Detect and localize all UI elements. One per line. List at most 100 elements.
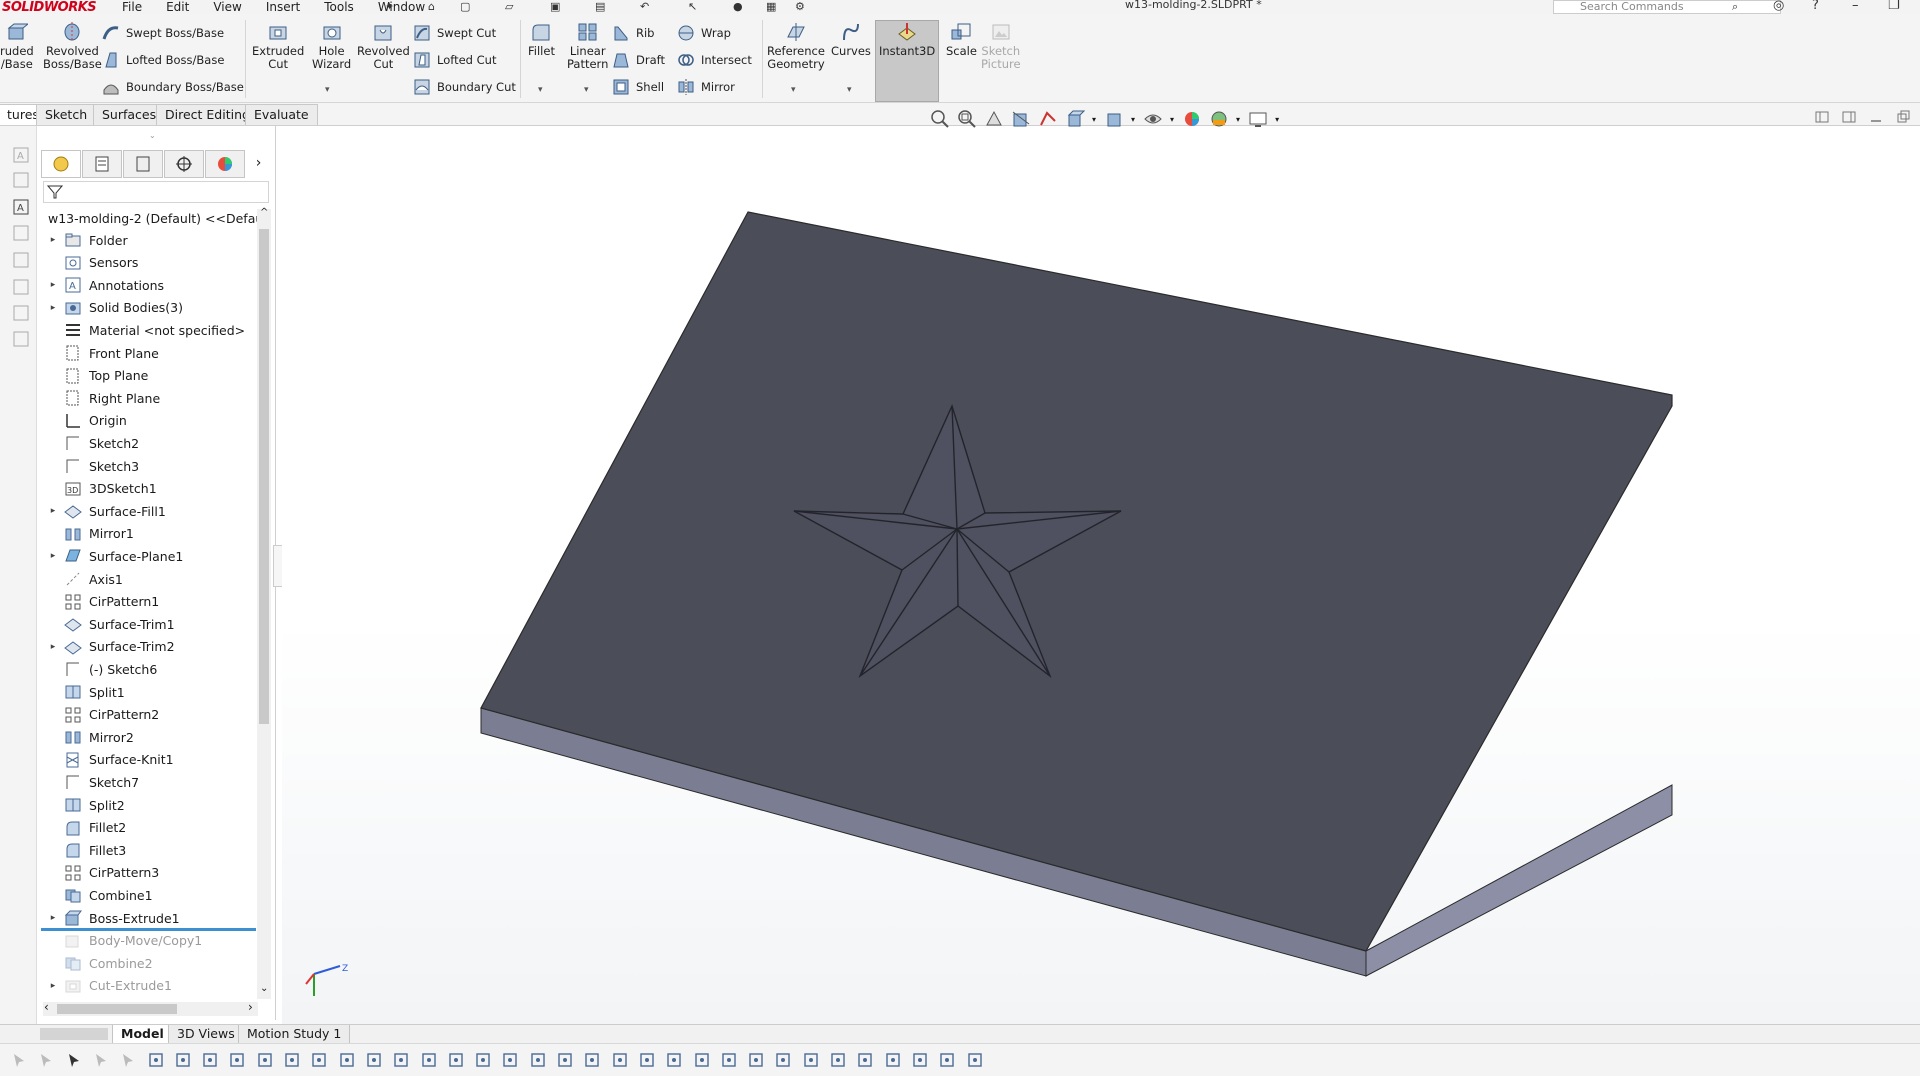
expand-arrow-icon[interactable]: ▸ <box>46 303 60 313</box>
tree-item[interactable]: CirPattern2 <box>37 704 257 726</box>
tree-item[interactable]: ▸ A Annotations <box>37 274 257 296</box>
shell-button[interactable]: Shell <box>612 78 664 96</box>
tabs-more-icon[interactable]: › <box>246 150 271 176</box>
undo-icon[interactable]: ↶ <box>640 0 649 13</box>
menu-insert[interactable]: Insert <box>266 0 300 14</box>
table-icon[interactable] <box>556 1051 574 1069</box>
dynamic-annotation-icon[interactable] <box>1038 109 1058 129</box>
hide-show-dropdown-icon[interactable]: ▾ <box>1170 115 1174 124</box>
view-settings-icon[interactable] <box>1248 109 1268 129</box>
linear-pattern-dropdown-icon[interactable]: ▾ <box>584 84 589 97</box>
boundary-cut-button[interactable]: Boundary Cut <box>413 78 516 96</box>
scrollbar-thumb[interactable] <box>259 229 269 724</box>
feature-tree-root[interactable]: w13-molding-2 (Default) <<Defaul <box>43 208 263 228</box>
mirror-tool-icon[interactable] <box>693 1051 711 1069</box>
tree-item[interactable]: Fillet2 <box>37 817 257 839</box>
tree-item[interactable]: Combine2 <box>37 952 257 974</box>
tab-sketch[interactable]: Sketch <box>36 104 97 125</box>
point-icon[interactable] <box>147 1051 165 1069</box>
origin-tool-icon[interactable] <box>447 1051 465 1069</box>
new-document-icon[interactable]: ▢ <box>460 0 470 13</box>
hide-show-items-icon[interactable] <box>1143 109 1163 129</box>
axis-tool-icon[interactable] <box>392 1051 410 1069</box>
dimension-icon[interactable] <box>420 1051 438 1069</box>
scroll-left-icon[interactable]: ‹ <box>44 1000 49 1014</box>
tree-item[interactable]: Right Plane <box>37 387 257 409</box>
hole-wizard-button[interactable]: Hole Wizard ▾ <box>312 22 351 95</box>
extruded-boss-button[interactable]: ruded /Base <box>0 22 34 71</box>
section-view-icon[interactable] <box>1011 109 1031 129</box>
apply-scene-dropdown-icon[interactable]: ▾ <box>1236 115 1240 124</box>
tree-item[interactable]: Top Plane <box>37 365 257 387</box>
lofted-cut-button[interactable]: Lofted Cut <box>413 51 496 69</box>
tree-item[interactable]: Fillet3 <box>37 839 257 861</box>
menu-file[interactable]: File <box>122 0 142 14</box>
tab-surfaces[interactable]: Surfaces <box>93 104 166 125</box>
rectangle-icon[interactable] <box>201 1051 219 1069</box>
display-style-dropdown-icon[interactable]: ▾ <box>1131 115 1135 124</box>
options-icon[interactable]: ⚙ <box>795 0 805 13</box>
tree-item[interactable]: Sketch3 <box>37 455 257 477</box>
intersect-button[interactable]: Intersect <box>677 51 752 69</box>
pattern-icon[interactable] <box>747 1051 765 1069</box>
box-select-icon[interactable] <box>474 1051 492 1069</box>
tree-item[interactable]: ▸ Folder <box>37 229 257 251</box>
reference-geometry-dropdown-icon[interactable]: ▾ <box>791 84 796 97</box>
rib-button[interactable]: Rib <box>612 24 655 42</box>
arc-icon[interactable] <box>283 1051 301 1069</box>
tab-display-manager[interactable] <box>205 150 246 178</box>
feature-tree-vertical-scrollbar[interactable]: ^ ⌄ <box>257 207 271 999</box>
scroll-right-icon[interactable]: › <box>248 1000 253 1014</box>
graphics-area[interactable]: Z <box>282 126 1920 1024</box>
geometric-tolerance-strip-icon[interactable] <box>12 330 30 348</box>
view-settings-dropdown-icon[interactable]: ▾ <box>1275 115 1279 124</box>
viewport-minimize-icon[interactable] <box>1869 110 1883 124</box>
tree-item[interactable]: Surface-Knit1 <box>37 749 257 771</box>
smart-select-icon[interactable] <box>10 1051 28 1069</box>
pin-icon[interactable]: ✦ <box>385 0 394 13</box>
user-icon[interactable]: ◎ <box>1773 0 1784 13</box>
hole-wizard-dropdown-icon[interactable]: ▾ <box>325 84 330 97</box>
tree-item[interactable]: ▸ Surface-Plane1 <box>37 545 257 567</box>
print-icon[interactable]: ▤ <box>595 0 605 13</box>
tree-item[interactable]: CirPattern3 <box>37 862 257 884</box>
fix-icon[interactable] <box>802 1051 820 1069</box>
exit-sketch-icon[interactable] <box>938 1051 956 1069</box>
tree-item[interactable]: ▸ Boss-Extrude1 <box>37 907 257 929</box>
draft-button[interactable]: Draft <box>612 51 665 69</box>
weld-strip-icon[interactable] <box>12 251 30 269</box>
tree-item[interactable]: Split1 <box>37 681 257 703</box>
lofted-boss-button[interactable]: Lofted Boss/Base <box>102 51 224 69</box>
circle-icon[interactable] <box>228 1051 246 1069</box>
extruded-cut-button[interactable]: Extruded Cut <box>252 22 304 71</box>
tree-item[interactable]: Body-Move/Copy1 <box>37 930 257 952</box>
tree-item[interactable]: Sensors <box>37 252 257 274</box>
reference-geometry-button[interactable]: Reference Geometry ▾ <box>767 22 825 95</box>
convert-entities-icon[interactable] <box>720 1051 738 1069</box>
tab-dimxpert-manager[interactable] <box>164 150 205 178</box>
help-icon[interactable]: ? <box>1812 0 1819 13</box>
view-orientation-icon[interactable] <box>1065 109 1085 129</box>
snap-icon[interactable] <box>856 1051 874 1069</box>
expand-arrow-icon[interactable]: ▸ <box>46 913 60 923</box>
spline-icon[interactable] <box>611 1051 629 1069</box>
menu-view[interactable]: View <box>213 0 241 14</box>
scale-button[interactable]: Scale <box>946 22 977 58</box>
tree-item[interactable]: ▸ Solid Bodies(3) <box>37 297 257 319</box>
tree-item[interactable]: Sketch2 <box>37 432 257 454</box>
search-icon[interactable]: ⌕ <box>1732 0 1738 14</box>
file-properties-icon[interactable]: ▦ <box>766 0 776 13</box>
expand-arrow-icon[interactable]: ▸ <box>46 235 60 245</box>
swept-cut-button[interactable]: Swept Cut <box>413 24 496 42</box>
sketch-chamfer-icon[interactable] <box>911 1051 929 1069</box>
tree-item[interactable]: Axis1 <box>37 568 257 590</box>
tab-motion-study-1[interactable]: Motion Study 1 <box>238 1025 351 1044</box>
corner-icon[interactable] <box>365 1051 383 1069</box>
sketch-fillet-icon[interactable] <box>884 1051 902 1069</box>
point-small-icon[interactable] <box>338 1051 356 1069</box>
balloon-strip-icon[interactable] <box>12 224 30 242</box>
relation-icon[interactable] <box>501 1051 519 1069</box>
view-orientation-dropdown-icon[interactable]: ▾ <box>1092 115 1096 124</box>
panel-grip-icon[interactable]: ⌄ <box>149 131 156 140</box>
viewport-collapse-left-icon[interactable] <box>1815 110 1829 124</box>
